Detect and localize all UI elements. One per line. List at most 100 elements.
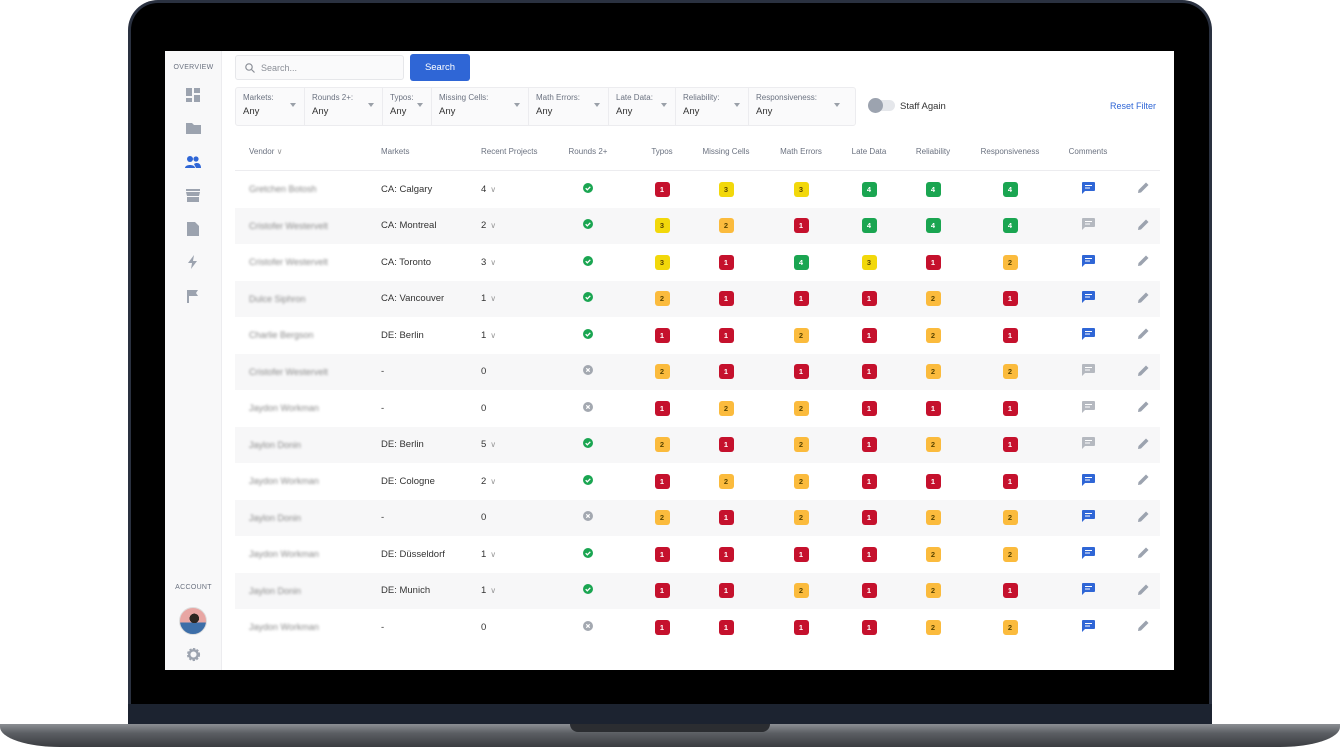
comment-icon[interactable] bbox=[1081, 619, 1095, 635]
vendor-name[interactable]: Jaylon Donin bbox=[235, 440, 381, 450]
table-row[interactable]: Jaydon Workman - 0 1 2 2 1 1 1 bbox=[235, 390, 1160, 427]
avatar[interactable] bbox=[179, 607, 207, 635]
pencil-icon[interactable] bbox=[1137, 401, 1149, 415]
table-row[interactable]: Dulce Siphron CA: Vancouver 1 ∨ 2 1 1 1 2 1 bbox=[235, 280, 1160, 317]
chevron-down-icon[interactable]: ∨ bbox=[490, 258, 496, 267]
comment-icon[interactable] bbox=[1081, 218, 1095, 233]
pencil-icon[interactable] bbox=[1137, 219, 1149, 233]
pencil-icon[interactable] bbox=[1137, 438, 1149, 452]
recent-projects-cell[interactable]: 4 ∨ bbox=[481, 184, 548, 195]
pencil-icon[interactable] bbox=[1137, 511, 1149, 525]
vendor-name[interactable]: Dulce Siphron bbox=[235, 294, 381, 304]
table-row[interactable]: Jaydon Workman DE: Düsseldorf 1 ∨ 1 1 1 1 2 2 bbox=[235, 536, 1160, 573]
pencil-icon[interactable] bbox=[1137, 474, 1149, 488]
dashboard-icon[interactable] bbox=[185, 87, 201, 103]
comment-icon[interactable] bbox=[1081, 291, 1095, 306]
score-badge: 1 bbox=[793, 546, 809, 562]
table-row[interactable]: Charlie Bergson DE: Berlin 1 ∨ 1 1 2 1 2 1 bbox=[235, 317, 1160, 354]
score-badge: 2 bbox=[718, 400, 734, 416]
chevron-down-icon[interactable]: ∨ bbox=[490, 550, 496, 559]
comment-icon[interactable] bbox=[1081, 181, 1095, 197]
table-row[interactable]: Gretchen Botosh CA: Calgary 4 ∨ 1 3 3 4 4 4 bbox=[235, 171, 1160, 208]
recent-projects-cell[interactable]: 1 ∨ bbox=[481, 330, 548, 341]
pencil-icon[interactable] bbox=[1137, 292, 1149, 306]
recent-projects-cell[interactable]: 2 ∨ bbox=[481, 476, 548, 487]
comment-icon[interactable] bbox=[1081, 546, 1095, 562]
comment-icon[interactable] bbox=[1081, 400, 1095, 416]
recent-projects-cell[interactable]: 5 ∨ bbox=[481, 439, 548, 450]
gear-icon[interactable] bbox=[185, 646, 201, 662]
table-row[interactable]: Cristofer Westervelt - 0 2 1 1 1 2 2 bbox=[235, 353, 1160, 390]
comment-icon[interactable] bbox=[1081, 437, 1095, 452]
staff-again-toggle[interactable] bbox=[868, 98, 895, 113]
recent-projects-cell[interactable]: 1 ∨ bbox=[481, 293, 548, 304]
recent-projects-cell[interactable]: 2 ∨ bbox=[481, 220, 548, 231]
filter-reliability[interactable]: Reliability: Any bbox=[676, 88, 749, 125]
filter-math-errors[interactable]: Math Errors: Any bbox=[529, 88, 609, 125]
chevron-down-icon[interactable]: ∨ bbox=[490, 294, 496, 303]
chevron-down-icon[interactable]: ∨ bbox=[490, 440, 496, 449]
chevron-down-icon[interactable]: ∨ bbox=[490, 185, 496, 194]
vendor-name[interactable]: Jaylon Donin bbox=[235, 513, 381, 523]
vendor-name[interactable]: Jaydon Workman bbox=[235, 476, 381, 486]
chevron-down-icon[interactable]: ∨ bbox=[490, 331, 496, 340]
chevron-down-icon[interactable]: ∨ bbox=[490, 221, 496, 230]
responsiveness-cell: 2 bbox=[974, 364, 1046, 380]
chevron-down-icon[interactable]: ∨ bbox=[490, 477, 496, 486]
search-input[interactable]: Search... bbox=[235, 55, 404, 80]
vendor-name[interactable]: Cristofer Westervelt bbox=[235, 367, 381, 377]
search-button[interactable]: Search bbox=[410, 54, 470, 81]
comment-icon[interactable] bbox=[1081, 583, 1095, 598]
reset-filter-link[interactable]: Reset Filter bbox=[1110, 101, 1156, 111]
document-icon[interactable] bbox=[185, 221, 201, 237]
table-row[interactable]: Jaydon Workman - 0 1 1 1 1 2 2 bbox=[235, 609, 1160, 646]
comment-icon[interactable] bbox=[1081, 473, 1095, 489]
vendor-name[interactable]: Gretchen Botosh bbox=[235, 184, 381, 194]
table-row[interactable]: Cristofer Westervelt CA: Toronto 3 ∨ 3 1 4 3 1 2 bbox=[235, 244, 1160, 281]
vendor-name[interactable]: Jaylon Donin bbox=[235, 586, 381, 596]
filter-label: Missing Cells: bbox=[439, 93, 489, 102]
pencil-icon[interactable] bbox=[1137, 584, 1149, 598]
vendor-name[interactable]: Jaydon Workman bbox=[235, 549, 381, 559]
pencil-icon[interactable] bbox=[1137, 365, 1149, 379]
table-row[interactable]: Jaydon Workman DE: Cologne 2 ∨ 1 2 2 1 1 1 bbox=[235, 463, 1160, 500]
column-header-label: Recent Projects bbox=[481, 147, 538, 156]
pencil-icon[interactable] bbox=[1137, 620, 1149, 634]
comment-icon[interactable] bbox=[1081, 364, 1095, 379]
lightning-icon[interactable] bbox=[185, 254, 201, 270]
score-badge: 1 bbox=[718, 510, 734, 526]
table-row[interactable]: Cristofer Westervelt CA: Montreal 2 ∨ 3 2 1 4 4 4 bbox=[235, 207, 1160, 244]
flag-icon[interactable] bbox=[185, 288, 201, 304]
table-row[interactable]: Jaylon Donin DE: Berlin 5 ∨ 2 1 2 1 2 1 bbox=[235, 426, 1160, 463]
pencil-icon[interactable] bbox=[1137, 547, 1149, 561]
filter-late-data[interactable]: Late Data: Any bbox=[609, 88, 676, 125]
recent-projects-cell[interactable]: 3 ∨ bbox=[481, 257, 548, 268]
recent-projects-cell[interactable]: 1 ∨ bbox=[481, 585, 548, 596]
filter-missing-cells[interactable]: Missing Cells: Any bbox=[432, 88, 529, 125]
pencil-icon[interactable] bbox=[1137, 182, 1149, 196]
vendor-name[interactable]: Jaydon Workman bbox=[235, 403, 381, 413]
column-header-vendor[interactable]: Vendor ∨ bbox=[235, 147, 381, 156]
vendor-name[interactable]: Cristofer Westervelt bbox=[235, 221, 381, 231]
table-row[interactable]: Jaylon Donin - 0 2 1 2 1 2 2 bbox=[235, 499, 1160, 536]
filter-rounds-2[interactable]: Rounds 2+: Any bbox=[305, 88, 383, 125]
chevron-down-icon[interactable]: ∨ bbox=[490, 586, 496, 595]
store-icon[interactable] bbox=[185, 187, 201, 203]
vendor-name[interactable]: Charlie Bergson bbox=[235, 330, 381, 340]
pencil-icon[interactable] bbox=[1137, 255, 1149, 269]
comment-icon[interactable] bbox=[1081, 510, 1095, 525]
comment-icon[interactable] bbox=[1081, 327, 1095, 343]
vendor-name[interactable]: Cristofer Westervelt bbox=[235, 257, 381, 267]
filter-responsiveness[interactable]: Responsiveness: Any bbox=[749, 88, 848, 125]
edit-cell bbox=[1130, 292, 1156, 306]
filter-markets[interactable]: Markets: Any bbox=[236, 88, 305, 125]
pencil-icon[interactable] bbox=[1137, 328, 1149, 342]
table-row[interactable]: Jaylon Donin DE: Munich 1 ∨ 1 1 2 1 2 1 bbox=[235, 572, 1160, 609]
recent-projects-cell[interactable]: 1 ∨ bbox=[481, 549, 548, 560]
vendor-name[interactable]: Jaydon Workman bbox=[235, 622, 381, 632]
comment-icon[interactable] bbox=[1081, 254, 1095, 270]
filter-typos[interactable]: Typos: Any bbox=[383, 88, 432, 125]
folder-icon[interactable] bbox=[185, 120, 201, 136]
users-icon[interactable] bbox=[185, 154, 201, 170]
score-badge: 2 bbox=[925, 327, 941, 343]
